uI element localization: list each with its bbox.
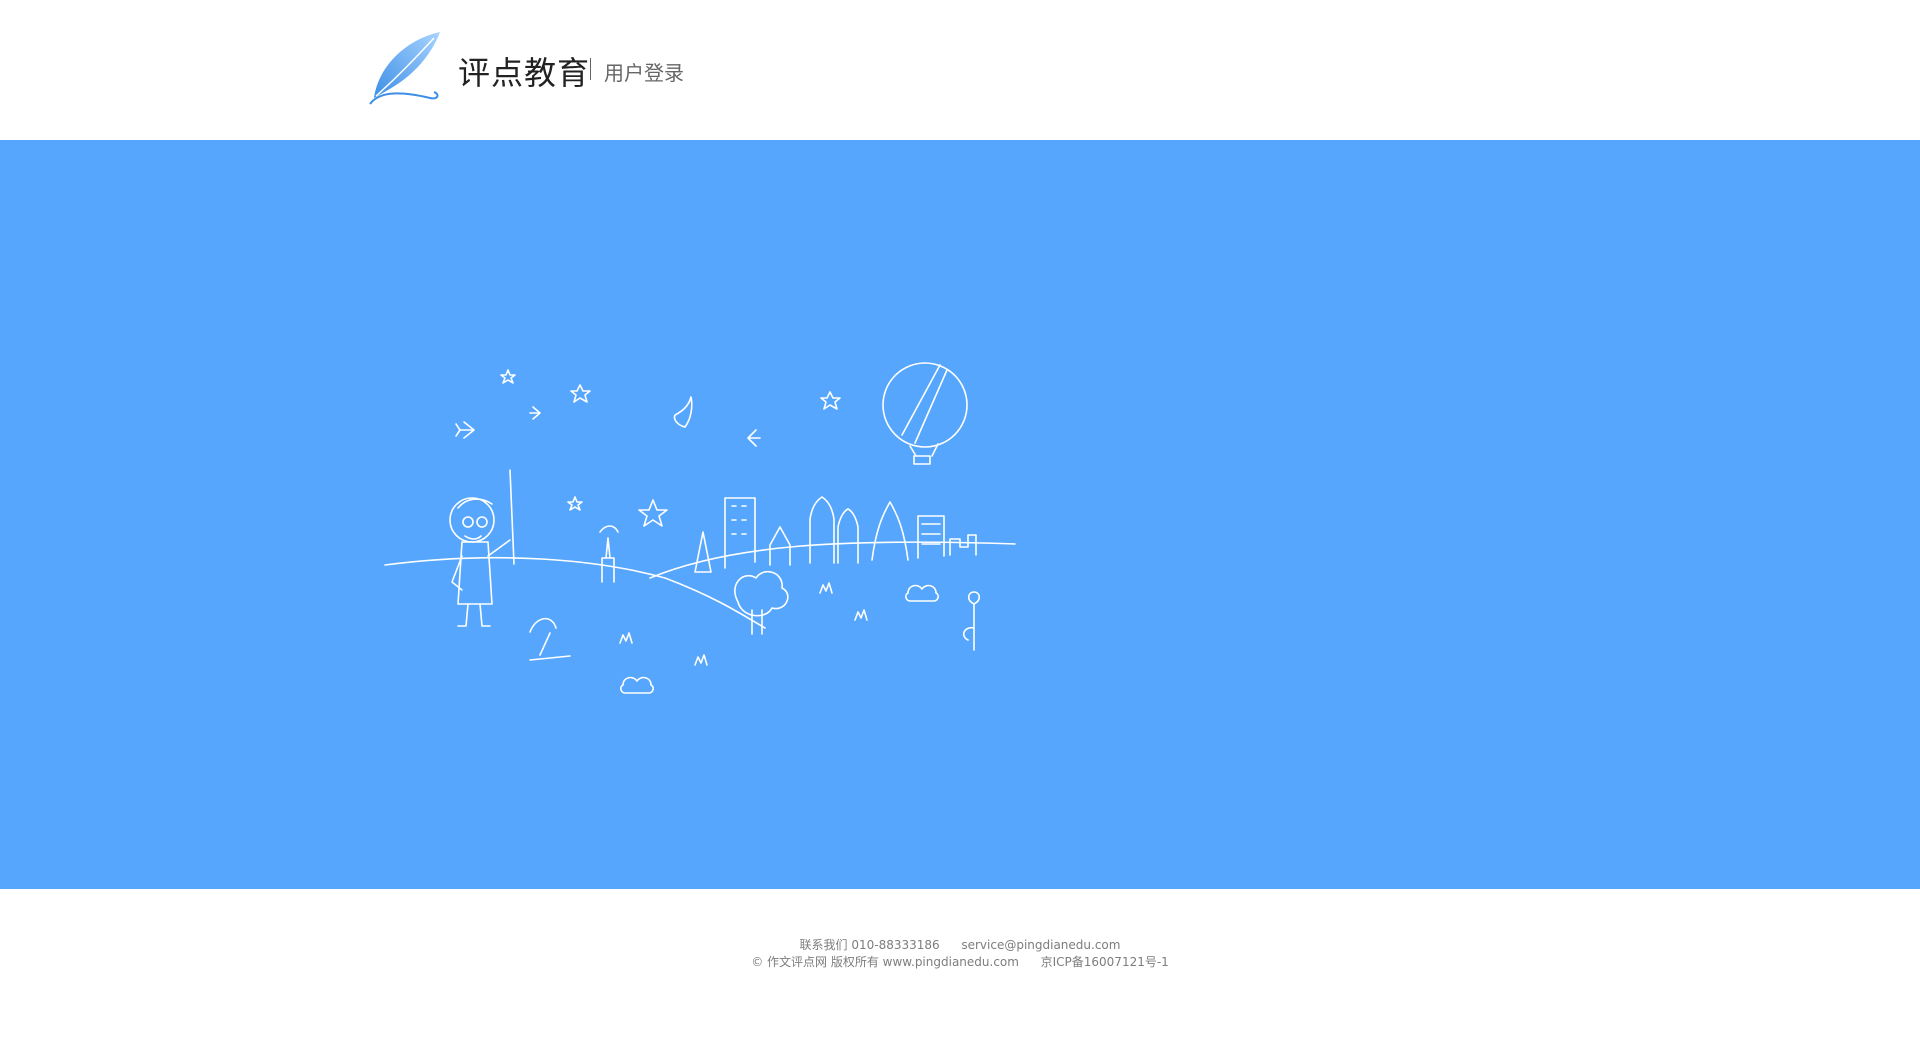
hero-banner (0, 140, 1920, 889)
tower-building (871, 501, 909, 561)
grass-icon (619, 632, 633, 644)
feather-quill-logo-icon[interactable] (364, 28, 448, 108)
cloud-icon (905, 584, 939, 602)
balloon-icon (882, 362, 968, 448)
boy-body (457, 541, 493, 605)
footer-contact-line: 联系我们 010-88333186 service@pingdianedu.co… (0, 937, 1920, 953)
star-icon (500, 369, 516, 384)
page-subtitle: 用户登录 (604, 61, 684, 85)
pointer-stick (509, 469, 515, 565)
footer-copyright-line: © 作文评点网 版权所有 www.pingdianedu.com 京ICP备16… (0, 954, 1920, 970)
castle-building (769, 526, 791, 566)
bird-icon (673, 396, 693, 428)
flower-sprout-icon (529, 617, 571, 661)
tree-icon (734, 570, 789, 617)
star-icon (638, 499, 668, 527)
header-divider (590, 58, 591, 80)
icp-record-link[interactable]: 京ICP备16007121号-1 (1041, 955, 1169, 969)
star-icon (567, 496, 583, 511)
grass-icon (694, 654, 708, 666)
doodle-city-illustration-icon (384, 362, 1016, 694)
brand-title: 评点教育 (458, 54, 591, 92)
copyright-text: © 作文评点网 版权所有 (751, 955, 879, 969)
bird-icon (529, 406, 541, 420)
website-link[interactable]: www.pingdianedu.com (883, 955, 1019, 969)
spire-building (694, 531, 712, 573)
flower-icon (962, 591, 981, 651)
bird-icon (747, 429, 761, 447)
rocket-building (809, 496, 835, 564)
rocket-building (837, 508, 859, 564)
star-icon (820, 391, 841, 410)
bird-icon (455, 421, 475, 439)
star-icon (570, 384, 591, 403)
factory-building (949, 534, 977, 556)
contact-label: 联系我们 (799, 938, 848, 952)
cloud-icon (620, 676, 654, 694)
contact-phone: 010-88333186 (851, 938, 940, 952)
antenna-tower (599, 525, 619, 583)
office-building (917, 515, 945, 559)
page-footer: 联系我们 010-88333186 service@pingdianedu.co… (0, 889, 1920, 1061)
contact-email-link[interactable]: service@pingdianedu.com (961, 938, 1120, 952)
page-header: 评点教育 用户登录 (0, 0, 1920, 140)
grass-icon (819, 582, 833, 594)
grass-icon (854, 609, 868, 621)
tower-building (724, 497, 756, 569)
hill-left-line (384, 556, 766, 629)
